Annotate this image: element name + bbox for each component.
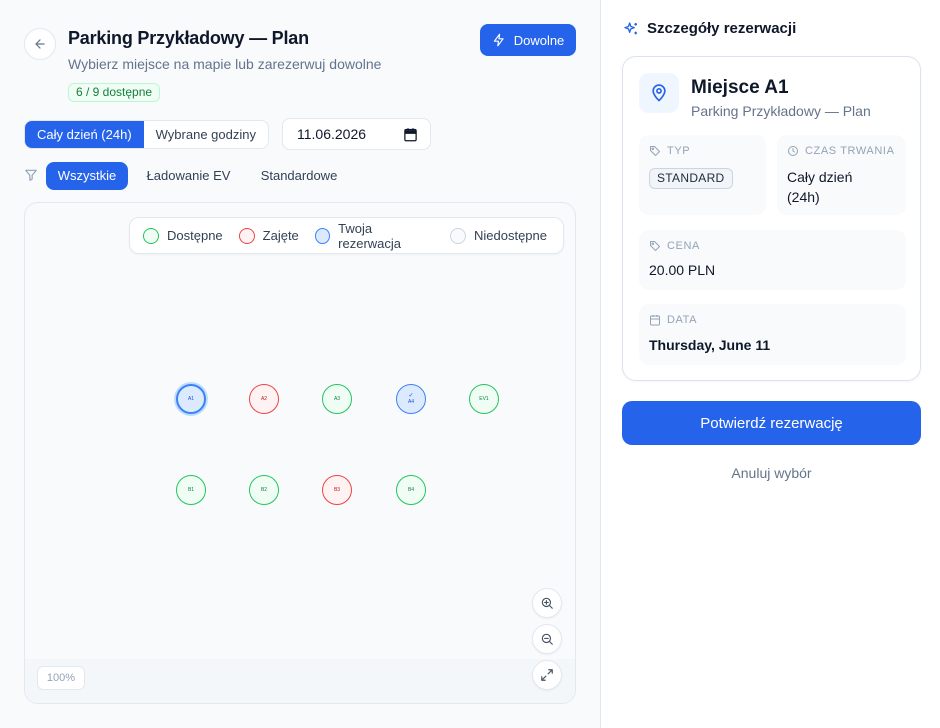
spot-label: B4: [407, 487, 415, 493]
duration-value: Cały dzień (24h): [787, 167, 852, 207]
spot-label: A2: [260, 396, 268, 402]
price-label: CENA: [667, 240, 700, 252]
price-value: 20.00 PLN: [649, 262, 716, 278]
type-label-row: TYP: [649, 145, 690, 157]
date-value: Thursday, June 11: [649, 337, 771, 353]
spot-label: EV1: [479, 396, 489, 402]
zoom-in-icon: [541, 597, 553, 609]
legend-available: Dostępne: [143, 227, 223, 244]
filter-icon: [25, 169, 37, 181]
map-pin-icon: [652, 84, 666, 102]
filter-chip-all[interactable]: Wszystkie: [46, 162, 128, 190]
zoom-in-button[interactable]: [532, 588, 562, 618]
calendar-icon: [404, 127, 417, 141]
legend-dot-unavailable: [450, 227, 466, 244]
spot-label: A3: [333, 396, 341, 402]
date-input-value: 11.06.2026: [297, 126, 367, 142]
calendar-icon: [650, 315, 660, 326]
confirm-reservation-button[interactable]: Potwierdź rezerwację: [622, 401, 921, 445]
reservation-details-panel: Szczegóły rezerwacji Miejsce A1 Parking …: [600, 0, 940, 728]
spot-label: B3: [333, 487, 341, 493]
cancel-selection-button[interactable]: Anuluj wybór: [622, 465, 921, 481]
legend-label: Twoja rezerwacja: [338, 220, 402, 251]
parking-spot-a3[interactable]: A3: [322, 384, 352, 414]
map-floor-strip: [25, 659, 575, 703]
filter-chip-ev[interactable]: Ładowanie EV: [136, 162, 241, 190]
duration-label-row: CZAS TRWANIA: [787, 145, 895, 157]
type-label: TYP: [667, 145, 691, 157]
duration-value-line1: Cały dzień: [787, 169, 853, 185]
date-input[interactable]: 11.06.2026: [282, 118, 431, 150]
zoom-out-icon: [541, 633, 553, 645]
availability-badge: 6 / 9 dostępne: [68, 83, 161, 102]
arrow-left-icon: [35, 39, 45, 49]
legend-label: Niedostępne: [474, 228, 547, 243]
legend-dot-available: [143, 227, 159, 244]
type-badge: STANDARD: [649, 168, 733, 189]
lightning-icon: [493, 33, 504, 47]
map-legend: Dostępne Zajęte Twoja rezerwacja Niedost…: [129, 217, 564, 254]
back-button[interactable]: [24, 28, 56, 60]
parking-spot-ev1[interactable]: EV1: [469, 384, 499, 414]
duration-tile: CZAS TRWANIA Cały dzień (24h): [777, 135, 906, 215]
price-label-row: CENA: [649, 240, 700, 252]
booking-mode-toggle: Cały dzień (24h) Wybrane godziny: [24, 120, 269, 149]
duration-label: CZAS TRWANIA: [805, 145, 895, 157]
tag-icon: [650, 241, 660, 251]
legend-occupied: Zajęte: [238, 227, 299, 244]
parking-spot-a1[interactable]: A1: [176, 384, 206, 414]
legend-unavailable: Niedostępne: [450, 227, 547, 244]
spot-label: A4: [407, 399, 415, 405]
legend-dot-occupied: [238, 227, 255, 244]
spot-label: A1: [187, 396, 195, 402]
parking-spot-b3[interactable]: B3: [322, 475, 352, 505]
tag-icon: [650, 146, 660, 156]
expand-icon: [541, 669, 553, 681]
page-title: Parking Przykładowy — Plan: [68, 28, 309, 48]
selected-parking-name: Parking Przykładowy — Plan: [691, 103, 871, 119]
sparkles-icon: [624, 21, 637, 34]
date-label: DATA: [667, 314, 698, 326]
zoom-level: 100%: [37, 666, 85, 690]
fullscreen-button[interactable]: [532, 660, 562, 690]
details-title: Szczegóły rezerwacji: [647, 20, 797, 37]
parking-map[interactable]: Dostępne Zajęte Twoja rezerwacja Niedost…: [24, 202, 576, 704]
filter-chip-standard[interactable]: Standardowe: [249, 162, 349, 190]
mode-full-day[interactable]: Cały dzień (24h): [25, 121, 144, 148]
location-pin-box: [639, 73, 679, 113]
selected-spot-name: Miejsce A1: [691, 77, 789, 98]
legend-label: Dostępne: [167, 228, 223, 243]
legend-mine: Twoja rezerwacja: [314, 220, 434, 251]
details-header: Szczegóły rezerwacji: [623, 20, 796, 37]
spot-label: B1: [187, 487, 195, 493]
parking-spot-a4[interactable]: ✓ A4: [396, 384, 426, 414]
reservation-card: Miejsce A1 Parking Przykładowy — Plan TY…: [622, 56, 921, 381]
parking-spot-b1[interactable]: B1: [176, 475, 206, 505]
parking-map-panel: Parking Przykładowy — Plan Wybierz miejs…: [0, 0, 600, 728]
duration-value-line2: (24h): [787, 189, 820, 205]
legend-label: Zajęte: [262, 228, 299, 243]
zoom-out-button[interactable]: [532, 624, 562, 654]
spot-label: B2: [260, 487, 268, 493]
parking-spot-a2[interactable]: A2: [249, 384, 279, 414]
any-spot-button[interactable]: Dowolne: [480, 24, 576, 56]
parking-spot-b2[interactable]: B2: [249, 475, 279, 505]
type-tile: TYP STANDARD: [639, 135, 766, 215]
price-tile: CENA 20.00 PLN: [639, 230, 906, 290]
date-label-row: DATA: [649, 314, 697, 326]
date-tile: DATA Thursday, June 11: [639, 304, 906, 365]
parking-spot-b4[interactable]: B4: [396, 475, 426, 505]
page-subtitle: Wybierz miejsce na mapie lub zarezerwuj …: [68, 56, 382, 72]
mode-selected-hours[interactable]: Wybrane godziny: [144, 121, 268, 148]
clock-icon: [788, 146, 798, 156]
legend-dot-mine: [314, 227, 331, 244]
any-spot-button-label: Dowolne: [513, 32, 565, 48]
